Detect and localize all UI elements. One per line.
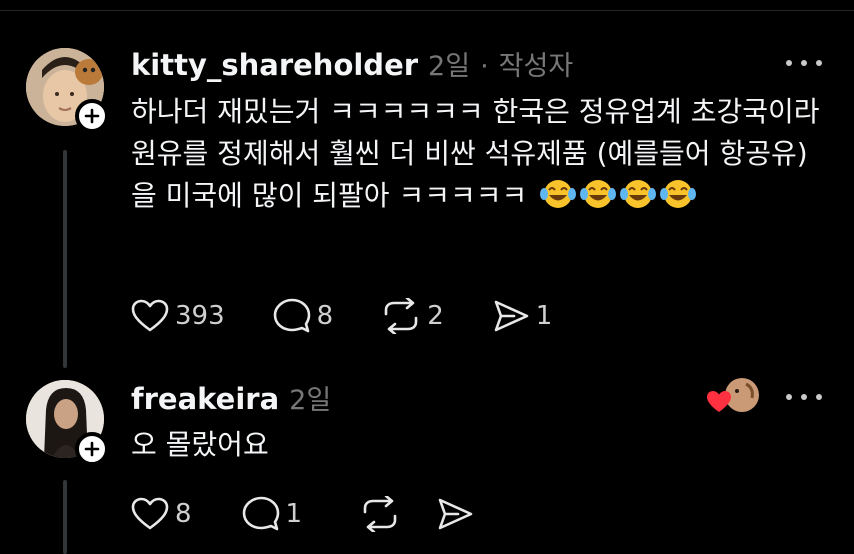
post-body: 오 몰랐어요 <box>131 424 831 466</box>
timestamp: 2일 <box>428 51 471 82</box>
post-header: freakeira 2일 <box>131 378 331 417</box>
comment-button[interactable]: 8 <box>273 298 334 334</box>
more-dot <box>801 60 807 66</box>
thread-line <box>63 480 67 554</box>
timestamp: 2일 <box>289 385 332 416</box>
share-button[interactable] <box>436 497 474 531</box>
like-count: 393 <box>175 301 225 331</box>
follow-button[interactable] <box>75 99 109 133</box>
thread-line <box>63 150 67 368</box>
speech-bubble-icon <box>273 298 310 333</box>
tears-of-joy-emoji <box>540 178 577 210</box>
post-header: kitty_shareholder 2일 · 작성자 <box>131 44 573 83</box>
post-kitty-shareholder: kitty_shareholder 2일 · 작성자 하나더 재밌는거 ㅋㅋㅋㅋ… <box>0 0 854 370</box>
post-body: 하나더 재밌는거 ㅋㅋㅋㅋㅋㅋ 한국은 정유업계 초강국이라 원유를 정제해서 … <box>131 91 831 217</box>
red-heart-icon <box>707 391 731 412</box>
meta-separator: · <box>480 51 489 82</box>
username[interactable]: freakeira <box>131 382 279 416</box>
heart-outline-icon <box>131 299 169 332</box>
repost-arrows-icon <box>363 496 397 532</box>
like-count: 8 <box>175 499 192 529</box>
tears-of-joy-emoji <box>660 178 697 210</box>
tears-of-joy-emoji <box>620 178 657 210</box>
more-dot <box>801 394 807 400</box>
plus-icon <box>84 108 100 124</box>
repost-arrows-icon <box>384 298 418 334</box>
send-icon <box>494 300 529 332</box>
repost-button[interactable]: 2 <box>381 298 444 334</box>
send-icon <box>438 498 473 530</box>
more-options-button[interactable] <box>786 390 822 404</box>
username[interactable]: kitty_shareholder <box>131 48 418 82</box>
tears-of-joy-emoji <box>580 178 617 210</box>
follow-button[interactable] <box>75 432 109 466</box>
share-button[interactable]: 1 <box>492 299 553 333</box>
more-dots-icon <box>786 394 792 400</box>
more-dots-icon <box>786 60 792 66</box>
plus-icon <box>84 441 100 457</box>
post-actions: 393 8 2 1 <box>131 298 600 334</box>
comment-count: 8 <box>316 301 334 331</box>
like-button[interactable]: 393 <box>131 299 225 333</box>
more-options-button[interactable] <box>786 56 822 70</box>
comment-count: 1 <box>285 499 303 529</box>
post-actions: 8 1 <box>131 496 522 532</box>
repost-button[interactable] <box>360 496 400 532</box>
more-dot <box>816 60 822 66</box>
heart-outline-icon <box>131 497 169 530</box>
post-freakeira: freakeira 2일 오 몰랐어요 8 1 <box>0 370 854 554</box>
post-text: 하나더 재밌는거 ㅋㅋㅋㅋㅋㅋ 한국은 정유업계 초강국이라 원유를 정제해서 … <box>131 95 820 212</box>
speech-bubble-icon <box>242 496 279 531</box>
liked-by-author-indicator <box>706 376 762 416</box>
share-count: 1 <box>535 301 553 331</box>
like-button[interactable]: 8 <box>131 497 192 531</box>
comment-button[interactable]: 1 <box>242 496 303 532</box>
repost-count: 2 <box>427 301 444 331</box>
more-dot <box>816 394 822 400</box>
author-tag: 작성자 <box>498 51 574 82</box>
post-text: 오 몰랐어요 <box>131 428 269 461</box>
